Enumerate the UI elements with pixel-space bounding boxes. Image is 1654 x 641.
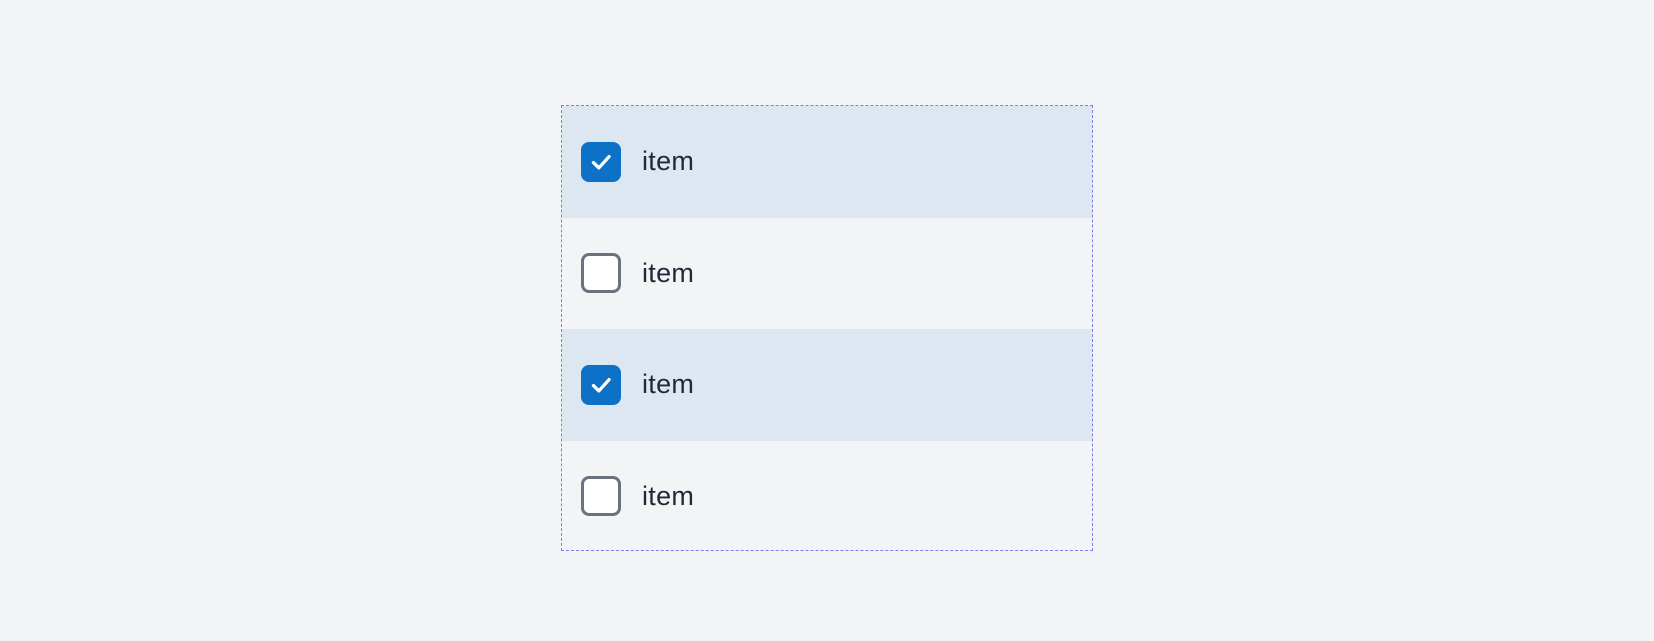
list-item-label: item: [642, 146, 695, 177]
checkmark-icon: [591, 377, 611, 393]
checkbox[interactable]: [581, 141, 621, 182]
checkbox[interactable]: [581, 476, 621, 517]
list-item-label: item: [642, 480, 695, 511]
list-item[interactable]: item: [562, 218, 1092, 330]
list-item[interactable]: item: [562, 329, 1092, 441]
checkmark-icon: [591, 154, 611, 170]
list-item-label: item: [642, 257, 695, 288]
checkbox[interactable]: [581, 253, 621, 294]
list-item-label: item: [642, 369, 695, 400]
list-item[interactable]: item: [562, 441, 1092, 551]
checkbox-list: item item item item: [561, 105, 1093, 551]
checkbox[interactable]: [581, 364, 621, 405]
list-item[interactable]: item: [562, 106, 1092, 218]
